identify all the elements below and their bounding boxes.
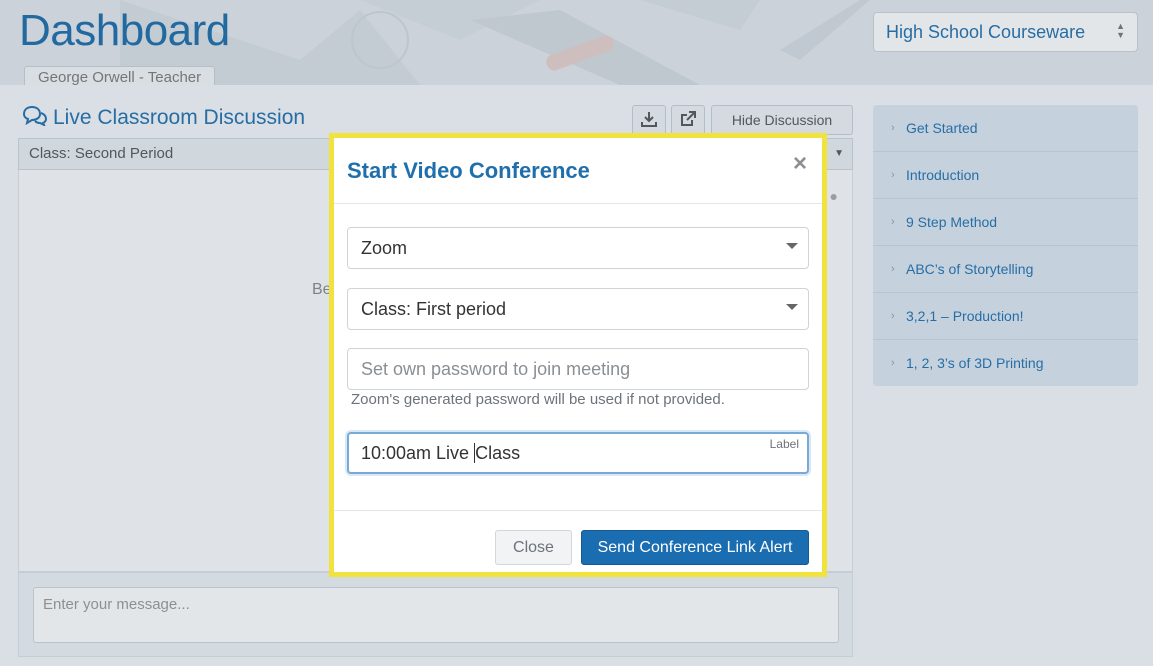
- password-input[interactable]: Set own password to join meeting: [347, 348, 809, 390]
- platform-select[interactable]: Zoom: [347, 227, 809, 269]
- label-input-value-end: Class: [475, 443, 521, 463]
- platform-select-value: Zoom: [361, 238, 408, 258]
- close-icon[interactable]: ×: [793, 152, 807, 176]
- close-button[interactable]: Close: [495, 530, 572, 565]
- start-video-conference-modal: Start Video Conference × Zoom Class: Fir…: [334, 138, 822, 572]
- modal-footer: Close Send Conference Link Alert: [334, 510, 822, 572]
- modal-title: Start Video Conference: [347, 158, 590, 183]
- modal-highlight-outline: Start Video Conference × Zoom Class: Fir…: [329, 133, 827, 577]
- class-select-value: Class: First period: [361, 299, 507, 319]
- label-input-value-start: 10:00am Live: [361, 443, 475, 463]
- caret-down-icon: [786, 243, 798, 249]
- caret-down-icon: [786, 304, 798, 310]
- label-field-tag: Label: [769, 437, 799, 451]
- class-select[interactable]: Class: First period: [347, 288, 809, 330]
- modal-header: Start Video Conference ×: [334, 138, 822, 204]
- send-conference-link-button[interactable]: Send Conference Link Alert: [581, 530, 809, 565]
- label-input[interactable]: 10:00am Live Class Label: [347, 432, 809, 474]
- password-help-text: Zoom's generated password will be used i…: [351, 391, 725, 408]
